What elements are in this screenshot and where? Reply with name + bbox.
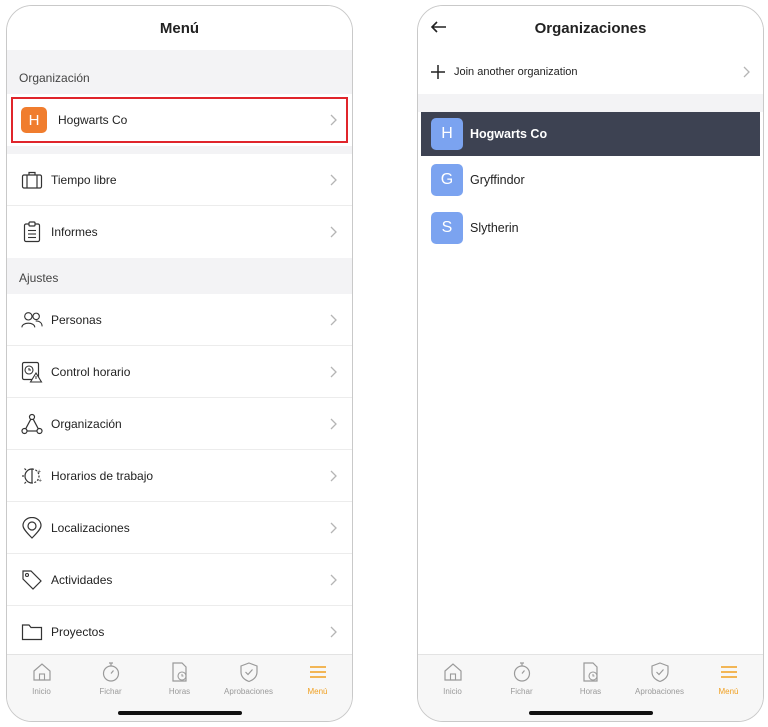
org-item-gryffindor[interactable]: G Gryffindor: [421, 158, 760, 202]
svg-text:+: +: [38, 478, 42, 484]
document-clock-icon: [582, 662, 598, 682]
chevron-right-icon: [330, 418, 337, 429]
menu-item-label: Organización: [51, 416, 122, 431]
suitcase-icon: [21, 169, 43, 191]
menu-item-label: Tiempo libre: [51, 172, 117, 187]
home-indicator[interactable]: [528, 711, 653, 715]
chevron-right-icon: [330, 366, 337, 377]
divider: [418, 94, 763, 112]
current-organization-row[interactable]: H Hogwarts Co: [7, 94, 352, 146]
org-item-slytherin[interactable]: S Slytherin: [421, 206, 760, 250]
stopwatch-icon: [513, 662, 530, 682]
org-avatar: H: [431, 118, 463, 150]
menu-item-label: Control horario: [51, 364, 131, 379]
menu-item-proyectos[interactable]: Proyectos: [7, 606, 352, 658]
network-icon: [21, 413, 43, 435]
tab-label: Menú: [718, 687, 739, 696]
tab-inicio[interactable]: Inicio: [7, 661, 76, 721]
menu-screen: Menú Organización H Hogwarts Co Tiempo l…: [6, 5, 353, 722]
tab-label: Aprobaciones: [635, 687, 684, 696]
tab-label: Fichar: [510, 687, 533, 696]
join-organization-row[interactable]: Join another organization: [418, 50, 763, 94]
menu-item-horarios-de-trabajo[interactable]: + + Horarios de trabajo: [7, 450, 352, 502]
header: Menú: [7, 6, 352, 50]
menu-item-label: Actividades: [51, 572, 113, 587]
chevron-right-icon: [743, 66, 750, 78]
menu-item-actividades[interactable]: Actividades: [7, 554, 352, 606]
tab-label: Horas: [168, 687, 191, 696]
tag-icon: [21, 569, 43, 591]
tab-bar: Inicio Fichar Horas Aprobaciones Menú: [7, 654, 352, 721]
menu-icon: [720, 666, 737, 678]
chevron-right-icon: [330, 226, 337, 238]
home-indicator[interactable]: [117, 711, 242, 715]
org-name: Hogwarts Co: [470, 127, 548, 141]
org-avatar: G: [431, 164, 463, 196]
shield-check-icon: [650, 662, 669, 683]
menu-item-label: Localizaciones: [51, 520, 130, 535]
menu-item-personas[interactable]: Personas: [7, 294, 352, 346]
tab-label: Inicio: [443, 687, 462, 696]
stopwatch-icon: [102, 662, 119, 682]
svg-text:+: +: [37, 469, 41, 475]
menu-icon: [309, 666, 326, 678]
tab-inicio[interactable]: Inicio: [418, 661, 487, 721]
menu-item-organizacion[interactable]: Organización: [7, 398, 352, 450]
org-name: Slytherin: [470, 221, 519, 235]
chevron-right-icon: [330, 174, 337, 185]
menu-item-label: Proyectos: [51, 625, 105, 639]
section-label-settings: Ajustes: [7, 258, 352, 294]
clock-warning-icon: [21, 361, 43, 383]
page-title: Organizaciones: [534, 19, 647, 37]
tab-label: Inicio: [32, 687, 51, 696]
back-arrow-icon[interactable]: [430, 18, 448, 36]
chevron-right-icon: [330, 470, 337, 481]
plus-icon: [431, 65, 445, 79]
org-name: Gryffindor: [470, 173, 525, 187]
org-avatar: S: [431, 212, 463, 244]
menu-item-localizaciones[interactable]: Localizaciones: [7, 502, 352, 554]
shield-check-icon: [239, 662, 258, 683]
section-label-organization: Organización: [7, 50, 352, 94]
document-clock-icon: [171, 662, 187, 682]
chevron-right-icon: [330, 574, 337, 585]
location-pin-icon: [21, 516, 43, 539]
menu-item-label: Informes: [51, 225, 98, 239]
folder-icon: [21, 621, 43, 643]
tab-label: Aprobaciones: [224, 687, 273, 696]
tab-menu[interactable]: Menú: [694, 661, 763, 721]
header: Organizaciones: [418, 6, 763, 50]
clipboard-icon: [21, 221, 43, 243]
highlight-box: [11, 97, 348, 143]
home-icon: [443, 663, 462, 681]
menu-item-label: Personas: [51, 312, 102, 327]
divider: [7, 146, 352, 154]
tab-label: Horas: [579, 687, 602, 696]
chevron-right-icon: [330, 626, 337, 638]
home-icon: [32, 663, 51, 681]
organizations-screen: Organizaciones Join another organization…: [417, 5, 764, 722]
tab-label: Menú: [307, 687, 328, 696]
org-item-hogwarts-co[interactable]: H Hogwarts Co: [421, 112, 760, 156]
menu-item-informes[interactable]: Informes: [7, 206, 352, 258]
menu-item-control-horario[interactable]: Control horario: [7, 346, 352, 398]
page-title: Menú: [159, 19, 200, 37]
menu-item-label: Horarios de trabajo: [51, 468, 154, 483]
tab-menu[interactable]: Menú: [283, 661, 352, 721]
tab-bar: Inicio Fichar Horas Aprobaciones Menú: [418, 654, 763, 721]
day-night-icon: + +: [21, 465, 43, 487]
chevron-right-icon: [330, 314, 337, 325]
people-icon: [21, 309, 43, 331]
menu-item-tiempo-libre[interactable]: Tiempo libre: [7, 154, 352, 206]
join-organization-label: Join another organization: [454, 66, 578, 78]
chevron-right-icon: [330, 522, 337, 533]
tab-label: Fichar: [99, 687, 122, 696]
